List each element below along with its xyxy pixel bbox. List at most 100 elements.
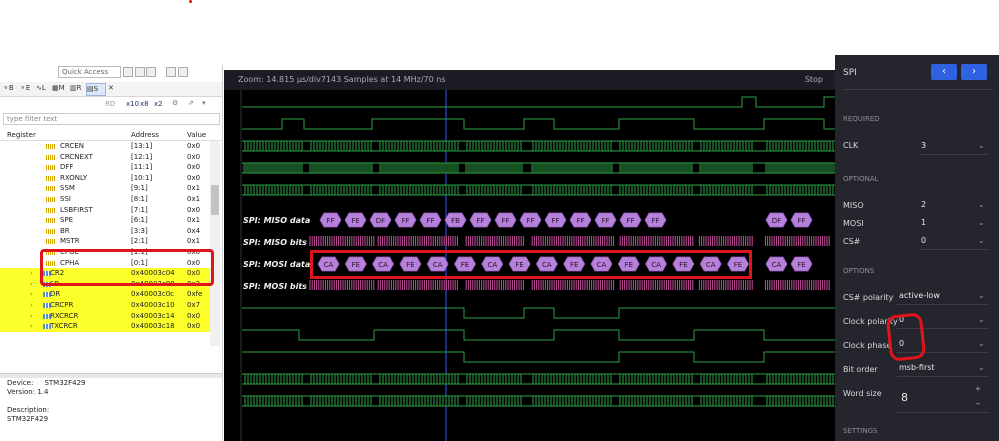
filter-input[interactable]: type filter text	[3, 113, 220, 125]
register-value[interactable]: 0x0	[187, 321, 200, 332]
table-row[interactable]: MSTR [2:1] 0x1	[0, 236, 210, 247]
table-row[interactable]: › CRCPR 0x40003c10 0x7	[0, 300, 210, 311]
next-decoder-button[interactable]: ›	[961, 64, 987, 80]
table-row[interactable]: SPE [6:1] 0x1	[0, 215, 210, 226]
column-address[interactable]: Address	[131, 131, 159, 139]
chevron-down-icon[interactable]: ⌄	[978, 363, 985, 372]
settings-icon[interactable]: ⚙	[172, 99, 178, 107]
register-value[interactable]: 0x0	[187, 173, 200, 184]
increment-button[interactable]: +	[975, 385, 981, 393]
table-row[interactable]: LSBFIRST [7:1] 0x0	[0, 205, 210, 216]
register-value[interactable]: 0x0	[187, 162, 200, 173]
table-row[interactable]: RXONLY [10:1] 0x0	[0, 173, 210, 184]
panel-divider[interactable]	[0, 373, 222, 378]
mosi-label: MOSI	[843, 219, 864, 228]
minimize-icon[interactable]	[166, 67, 176, 77]
tab-expressions[interactable]: ⚬E	[20, 83, 30, 94]
table-row[interactable]: BR [3:3] 0x4	[0, 226, 210, 237]
register-address: 0x40003c14	[131, 311, 175, 320]
bit-order-select[interactable]: msb-first	[899, 363, 935, 372]
read-button[interactable]: RD	[105, 100, 115, 108]
miso-byte-label: FB	[451, 217, 460, 225]
register-value[interactable]: 0x1	[187, 236, 200, 247]
close-tab-icon[interactable]: ✕	[108, 83, 114, 94]
maximize-icon[interactable]	[178, 67, 188, 77]
tab-memory[interactable]: ▦M	[52, 83, 65, 94]
clk-select[interactable]: 3	[921, 141, 926, 150]
annotation-circle-clock	[885, 312, 927, 362]
trace-3	[243, 163, 835, 173]
register-field-icon	[46, 154, 55, 160]
chevron-down-icon[interactable]: ⌄	[978, 315, 985, 324]
window-icon[interactable]	[135, 67, 145, 77]
chevron-down-icon[interactable]: ⌄	[978, 218, 985, 227]
register-value[interactable]: 0x0	[187, 205, 200, 216]
chevron-down-icon[interactable]: ⌄	[978, 339, 985, 348]
quick-access-field[interactable]: Quick Access	[58, 66, 121, 78]
miso-bits-label: SPI: MISO bits	[243, 238, 307, 247]
chevron-down-icon[interactable]: ⌄	[978, 236, 985, 245]
register-value[interactable]: 0x0	[187, 311, 200, 322]
tab-live[interactable]: ∿L	[36, 83, 46, 94]
settings-section: SETTINGS	[843, 427, 878, 435]
table-row[interactable]: DFF [11:1] 0x0	[0, 162, 210, 173]
register-value[interactable]: 0x0	[187, 152, 200, 163]
register-field-icon	[46, 186, 55, 192]
column-value[interactable]: Value	[187, 131, 206, 139]
prev-decoder-button[interactable]: ‹	[931, 64, 957, 80]
chevron-down-icon[interactable]: ⌄	[978, 291, 985, 300]
stop-button[interactable]: Stop	[805, 70, 823, 90]
register-name: DFF	[60, 163, 74, 172]
miso-select[interactable]: 2	[921, 200, 926, 209]
column-register[interactable]: Register	[7, 131, 36, 139]
expand-arrow-icon[interactable]: ›	[30, 279, 33, 290]
tab-sfrs[interactable]: ▤S	[86, 83, 106, 96]
tab-registers[interactable]: ▥R	[70, 83, 82, 94]
table-row[interactable]: SSI [8:1] 0x1	[0, 194, 210, 205]
word-size-input[interactable]: 8	[901, 391, 908, 404]
register-value[interactable]: 0x1	[187, 183, 200, 194]
expand-arrow-icon[interactable]: ›	[30, 289, 33, 300]
hex-format-button[interactable]: x10	[126, 100, 139, 108]
description-label: Description:	[7, 406, 50, 414]
expand-arrow-icon[interactable]: ›	[30, 300, 33, 311]
expand-arrow-icon[interactable]: ›	[30, 321, 33, 332]
bin-format-button[interactable]: x2	[154, 100, 163, 108]
cs-select[interactable]: 0	[921, 236, 926, 245]
register-name: RXONLY	[60, 173, 88, 182]
optional-section: OPTIONAL	[843, 175, 879, 183]
register-address: [8:1]	[131, 195, 148, 203]
debug-icon[interactable]	[146, 67, 156, 77]
menu-icon[interactable]: ▾	[202, 99, 206, 107]
scrollbar-thumb[interactable]	[211, 185, 219, 215]
register-value[interactable]: 0x7	[187, 300, 200, 311]
expand-arrow-icon[interactable]: ›	[30, 268, 33, 279]
register-value[interactable]: 0x0	[187, 141, 200, 152]
device-label: Device:	[7, 379, 34, 387]
register-value[interactable]: 0x4	[187, 226, 200, 237]
scrollbar[interactable]	[210, 141, 220, 346]
miso-byte-label: FF	[551, 217, 559, 225]
table-row[interactable]: CRCNEXT [12:1] 0x0	[0, 152, 210, 163]
oct-format-button[interactable]: x8	[140, 100, 149, 108]
cs-polarity-select[interactable]: active-low	[899, 291, 940, 300]
export-icon[interactable]: ⇗	[188, 99, 194, 107]
table-row[interactable]: › DR 0x40003c0c 0xfe	[0, 289, 210, 300]
decrement-button[interactable]: −	[975, 400, 981, 408]
register-value[interactable]: 0xfe	[187, 289, 202, 300]
register-value[interactable]: 0x1	[187, 215, 200, 226]
tab-breakpoints[interactable]: ⚬B	[3, 83, 14, 94]
table-row[interactable]: › RXCRCR 0x40003c14 0x0	[0, 310, 210, 322]
register-value[interactable]: 0x1	[187, 194, 200, 205]
table-row[interactable]: SSM [9:1] 0x1	[0, 183, 210, 194]
expand-arrow-icon[interactable]: ›	[30, 311, 33, 322]
chevron-down-icon[interactable]: ⌄	[978, 141, 985, 150]
select-underline	[897, 304, 989, 305]
perspective-icon[interactable]	[123, 67, 133, 77]
chevron-down-icon[interactable]: ⌄	[978, 200, 985, 209]
miso-byte-label: FF	[576, 217, 584, 225]
decoder-title: SPI	[843, 68, 857, 78]
mosi-select[interactable]: 1	[921, 218, 926, 227]
table-row[interactable]: › TXCRCR 0x40003c18 0x0	[0, 321, 210, 332]
table-row[interactable]: CRCEN [13:1] 0x0	[0, 141, 210, 152]
